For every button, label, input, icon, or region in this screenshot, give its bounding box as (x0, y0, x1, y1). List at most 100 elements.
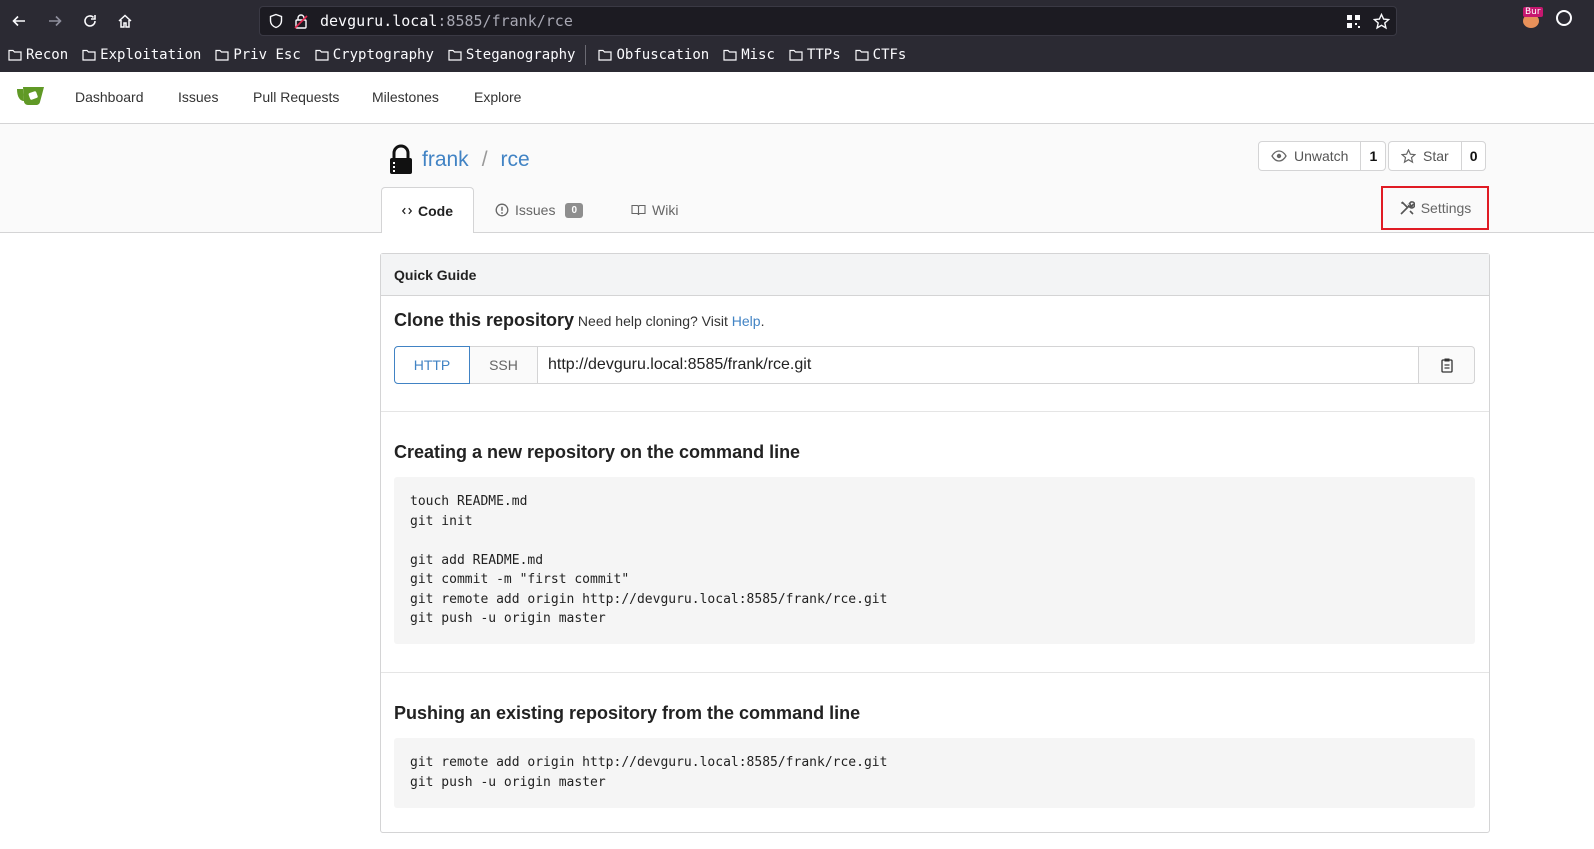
repo-owner-link[interactable]: frank (422, 148, 469, 172)
quick-guide-panel: Quick Guide Clone this repository Need h… (380, 253, 1490, 833)
folder-icon (855, 49, 869, 61)
back-arrow-icon (12, 15, 25, 27)
repo-separator: / (481, 148, 488, 171)
tab-wiki-label: Wiki (652, 202, 679, 218)
eye-icon (1271, 150, 1287, 162)
clone-url-input[interactable]: http://devguru.local:8585/frank/rce.git (538, 346, 1419, 384)
watch-button-group: Unwatch 1 (1258, 141, 1387, 171)
bookmark-star-icon[interactable] (1373, 13, 1390, 30)
url-text[interactable]: devguru.local:8585/frank/rce (320, 12, 573, 30)
watch-count[interactable]: 1 (1361, 142, 1385, 170)
reload-icon (84, 15, 96, 27)
star-button[interactable]: Star (1389, 142, 1462, 170)
copy-url-button[interactable] (1419, 346, 1475, 384)
bookmark-priv-esc[interactable]: Priv Esc (215, 47, 301, 63)
section-divider (381, 411, 1489, 412)
private-lock-icon (390, 144, 412, 174)
star-icon (1401, 148, 1416, 163)
bookmark-separator (585, 45, 587, 65)
clone-help-text: Need help cloning? Visit (577, 313, 728, 329)
code-line: git add README.md (410, 552, 544, 568)
folder-icon (215, 49, 229, 61)
star-button-group: Star 0 (1388, 141, 1487, 171)
unwatch-button[interactable]: Unwatch (1259, 142, 1362, 170)
nav-dashboard[interactable]: Dashboard (75, 89, 144, 105)
clone-help-end: . (760, 313, 765, 329)
repo-name-link[interactable]: rce (501, 148, 530, 172)
bookmark-recon[interactable]: Recon (8, 47, 68, 63)
burp-extension-icon[interactable]: Bur (1522, 7, 1543, 29)
code-line: git push -u origin master (410, 611, 606, 626)
nav-explore[interactable]: Explore (474, 89, 521, 105)
extensions-icon[interactable] (1556, 10, 1572, 26)
tools-icon (1400, 201, 1415, 215)
home-icon (118, 14, 132, 28)
folder-icon (448, 49, 462, 61)
forward-button[interactable] (41, 7, 69, 35)
book-icon (631, 204, 646, 216)
bookmark-steganography[interactable]: Steganography (448, 47, 575, 63)
push-existing-code-block: git remote add origin http://devguru.loc… (394, 738, 1475, 808)
bookmark-cryptography[interactable]: Cryptography (315, 47, 434, 63)
nav-issues[interactable]: Issues (178, 89, 218, 105)
code-line: git init (410, 513, 473, 529)
folder-icon (723, 49, 737, 61)
code-icon (402, 207, 412, 214)
folder-icon (82, 49, 96, 61)
tab-issues[interactable]: Issues 0 (495, 187, 584, 233)
bookmark-obfuscation[interactable]: Obfuscation (598, 47, 709, 63)
insecure-lock-icon (294, 14, 308, 29)
code-line: git remote add origin http://devguru.loc… (410, 591, 888, 607)
tab-wiki[interactable]: Wiki (631, 187, 678, 233)
bookmark-exploitation[interactable]: Exploitation (82, 47, 201, 63)
bookmark-ttps[interactable]: TTPs (789, 47, 841, 63)
folder-icon (789, 49, 803, 61)
star-label: Star (1423, 148, 1449, 164)
bookmarks-bar: Recon Exploitation Priv Esc Cryptography… (0, 42, 912, 68)
browser-toolbar: devguru.local:8585/frank/rce Bur Recon E… (0, 0, 1594, 72)
nav-pull-requests[interactable]: Pull Requests (253, 89, 339, 105)
folder-icon (315, 49, 329, 61)
url-bar[interactable]: devguru.local:8585/frank/rce (259, 6, 1397, 36)
star-count[interactable]: 0 (1462, 142, 1486, 170)
qr-code-icon[interactable] (1346, 14, 1361, 29)
shield-icon (269, 13, 283, 29)
reload-button[interactable] (76, 7, 104, 35)
new-repo-heading: Creating a new repository on the command… (394, 442, 801, 462)
code-line: touch README.md (410, 494, 528, 509)
code-line: git commit -m "first commit" (410, 572, 630, 587)
tab-code-label: Code (418, 202, 453, 219)
quick-guide-header: Quick Guide (381, 254, 1489, 296)
tab-code[interactable]: Code (381, 187, 474, 233)
folder-icon (8, 49, 22, 61)
repo-title: frank / rce (388, 143, 530, 177)
code-line: git remote add origin http://devguru.loc… (410, 755, 888, 770)
tab-issues-label: Issues (515, 202, 556, 218)
http-button[interactable]: HTTP (394, 346, 470, 384)
ssh-button[interactable]: SSH (470, 346, 538, 384)
tab-settings[interactable]: Settings (1381, 186, 1489, 230)
bookmark-ctfs[interactable]: CTFs (855, 47, 906, 63)
extension-badge: Bur (1523, 7, 1543, 17)
clipboard-icon (1440, 358, 1453, 373)
issue-icon (495, 203, 509, 217)
gitea-logo-icon[interactable] (16, 85, 46, 112)
bookmark-misc[interactable]: Misc (723, 47, 775, 63)
issues-count-badge: 0 (565, 202, 584, 218)
forward-arrow-icon (49, 15, 62, 27)
back-button[interactable] (5, 7, 33, 35)
tab-settings-label: Settings (1420, 200, 1472, 216)
clone-url-row: HTTP SSH http://devguru.local:8585/frank… (394, 346, 1475, 384)
site-navbar: Dashboard Issues Pull Requests Milestone… (0, 72, 1594, 124)
clone-help-link[interactable]: Help (732, 313, 761, 329)
clone-heading: Clone this repository (394, 310, 575, 330)
new-repo-code-block: touch README.md git init git add README.… (394, 477, 1475, 644)
push-existing-heading: Pushing an existing repository from the … (394, 703, 861, 723)
clone-title: Clone this repository Need help cloning?… (394, 310, 764, 331)
home-button[interactable] (111, 7, 139, 35)
unwatch-label: Unwatch (1294, 148, 1349, 164)
nav-milestones[interactable]: Milestones (372, 89, 439, 105)
folder-icon (598, 49, 613, 61)
section-divider (381, 672, 1489, 673)
